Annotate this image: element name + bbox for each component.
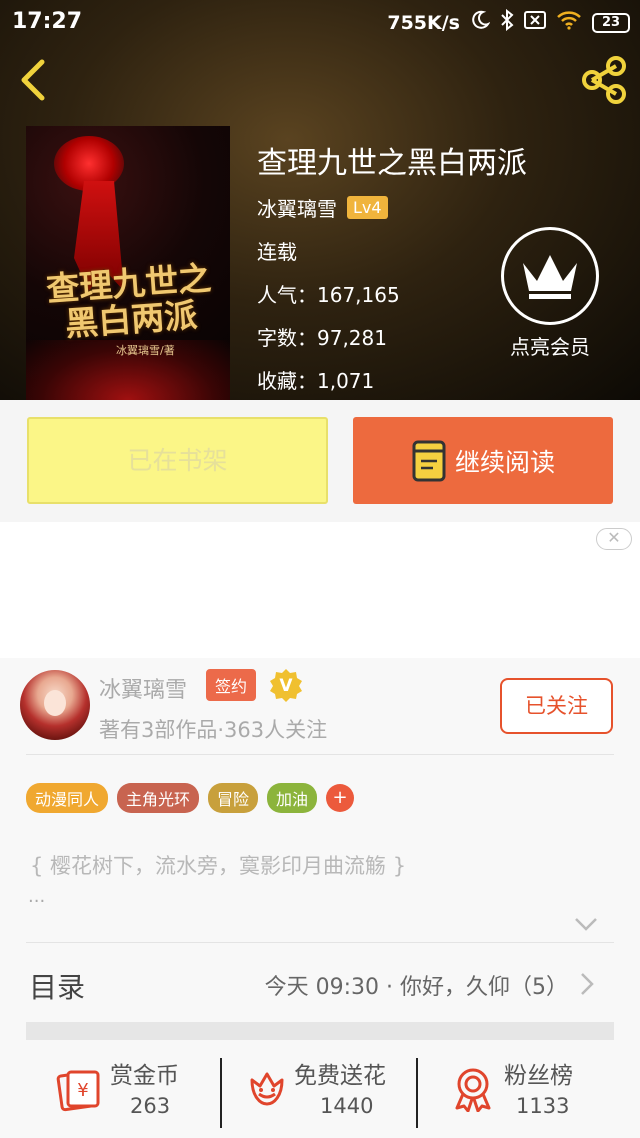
- avatar-face: [44, 690, 66, 716]
- svg-text:¥: ¥: [77, 1080, 88, 1101]
- follow-button[interactable]: 已关注: [500, 678, 613, 734]
- status-bar: 17:27 755K/s 23: [0, 0, 640, 44]
- book-status: 连载: [257, 240, 297, 264]
- book-intro: { 樱花树下，流水旁，寞影印月曲流觞 }: [30, 854, 407, 878]
- book-author[interactable]: 冰翼璃雪: [257, 193, 337, 222]
- tag-item[interactable]: 动漫同人: [26, 783, 109, 813]
- tag-item[interactable]: 冒险: [208, 783, 259, 813]
- cover-title: 查理九世之黑白两派: [45, 258, 213, 344]
- book-header: 17:27 755K/s 23 查理九世之黑白两派 冰翼璃雪/著 查理九世之黑白…: [0, 0, 640, 400]
- vip-button[interactable]: 点亮会员: [500, 227, 600, 360]
- chevron-left-icon: [21, 59, 45, 101]
- continue-reading-button[interactable]: 继续阅读: [353, 417, 613, 504]
- moon-icon: [470, 10, 491, 35]
- fan-rank-icon: [450, 1066, 496, 1113]
- stats-bar: ¥ 赏金币 263 免费送花 1440 粉丝榜 1133: [0, 1050, 640, 1138]
- book-icon: [412, 440, 446, 481]
- status-icons: 755K/s 23: [387, 8, 630, 36]
- cover-author: 冰翼璃雪/著: [116, 344, 175, 357]
- share-button[interactable]: [578, 54, 630, 106]
- bluetooth-icon: [500, 8, 514, 36]
- send-flower-label: 免费送花: [294, 1063, 386, 1089]
- ad-banner: ✕: [0, 522, 640, 658]
- on-shelf-button[interactable]: 已在书架: [27, 417, 328, 504]
- book-favorites: 收藏：1,071: [257, 369, 375, 393]
- author-stats: 著有3部作品·363人关注: [99, 718, 328, 742]
- table-of-contents-row[interactable]: 目录 今天 09:30 · 你好，久仰（5）: [0, 946, 640, 1020]
- book-author-row[interactable]: 冰翼璃雪 Lv4: [257, 193, 388, 222]
- signed-badge: 签约: [206, 669, 257, 701]
- author-name[interactable]: 冰翼璃雪: [99, 672, 187, 704]
- continue-reading-label: 继续阅读: [454, 447, 555, 477]
- section-divider: [26, 1022, 614, 1040]
- fan-rank-value: 1133: [516, 1094, 570, 1118]
- svg-text:V: V: [279, 676, 293, 696]
- book-title: 查理九世之黑白两派: [257, 146, 527, 181]
- verified-badge-icon: V: [269, 668, 303, 702]
- crown-icon: [501, 227, 599, 325]
- battery-indicator: 23: [592, 12, 630, 33]
- reward-coin-label: 赏金币: [110, 1063, 179, 1089]
- share-icon: [582, 56, 626, 104]
- flower-icon: [244, 1066, 290, 1112]
- book-details: 冰翼璃雪 签约 V 著有3部作品·363人关注 已关注 动漫同人 主角光环 冒险…: [0, 658, 640, 1138]
- status-time: 17:27: [12, 9, 83, 34]
- fan-rank-button[interactable]: 粉丝榜 1133: [450, 1050, 610, 1130]
- chevron-down-icon[interactable]: [574, 916, 598, 931]
- tag-list: 动漫同人 主角光环 冒险 加油 +: [26, 783, 355, 813]
- add-tag-button[interactable]: +: [326, 784, 355, 812]
- sim-off-icon: [524, 11, 546, 34]
- level-badge: Lv4: [347, 196, 388, 219]
- action-bar: 已在书架 继续阅读: [0, 400, 640, 522]
- divider: [26, 754, 614, 755]
- send-flower-value: 1440: [320, 1094, 374, 1118]
- close-icon[interactable]: ✕: [596, 528, 632, 550]
- send-flower-button[interactable]: 免费送花 1440: [244, 1050, 414, 1130]
- intro-ellipsis: ...: [28, 886, 46, 907]
- vip-label: 点亮会员: [510, 335, 590, 359]
- chevron-right-icon: [580, 972, 594, 996]
- reward-coin-icon: ¥: [56, 1066, 102, 1112]
- avatar[interactable]: [20, 670, 90, 740]
- wifi-icon: [556, 10, 582, 35]
- back-button[interactable]: [14, 56, 54, 104]
- network-speed: 755K/s: [387, 11, 460, 34]
- tag-item[interactable]: 主角光环: [117, 783, 200, 813]
- latest-chapter: 今天 09:30 · 你好，久仰（5）: [264, 975, 568, 1000]
- book-cover[interactable]: 查理九世之黑白两派 冰翼璃雪/著: [26, 126, 230, 400]
- tag-item[interactable]: 加油: [267, 783, 318, 813]
- toc-title: 目录: [29, 971, 86, 1004]
- book-popularity: 人气：167,165: [257, 283, 400, 307]
- fan-rank-label: 粉丝榜: [504, 1063, 573, 1089]
- reward-coin-button[interactable]: ¥ 赏金币 263: [56, 1050, 196, 1130]
- reward-coin-value: 263: [130, 1094, 171, 1118]
- divider: [416, 1058, 418, 1128]
- book-word-count: 字数：97,281: [257, 326, 387, 350]
- divider: [26, 942, 614, 943]
- divider: [220, 1058, 222, 1128]
